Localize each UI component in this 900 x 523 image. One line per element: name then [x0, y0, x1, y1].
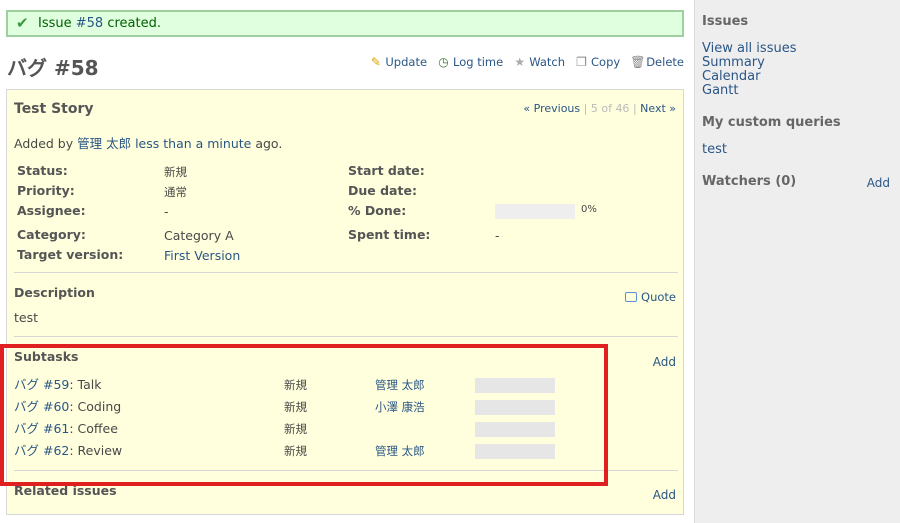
status-label: Status: [17, 163, 68, 178]
subtask-status: 新規 [284, 378, 307, 392]
priority-value: 通常 [164, 185, 187, 199]
previous-link[interactable]: « Previous [523, 102, 580, 115]
main-content: ✔ Issue #58 created. バグ #58 ✎ Update ◷ L… [0, 0, 694, 523]
log-time-action[interactable]: ◷ Log time [437, 55, 503, 69]
subtask-link[interactable]: バグ #59 [14, 377, 69, 392]
add-watcher-link[interactable]: Add [867, 176, 890, 190]
done-label: % Done: [348, 203, 407, 218]
author-line: Added by 管理 太郎 less than a minute ago. [14, 136, 283, 151]
page-title: バグ #58 [7, 56, 99, 80]
start-date-label: Start date: [348, 163, 425, 178]
subtask-status: 新規 [284, 400, 307, 414]
add-subtask-link[interactable]: Add [653, 355, 676, 369]
sidebar-link-view-all-issues[interactable]: View all issues [702, 41, 796, 56]
subtask-progress-bar [475, 444, 555, 459]
subtask-assignee[interactable]: 管理 太郎 [375, 374, 425, 396]
trash-icon: 🗑 [630, 54, 646, 69]
status-value: 新規 [164, 165, 187, 179]
assignee-value: - [164, 204, 169, 219]
flash-issue-link[interactable]: #58 [76, 16, 103, 31]
divider [14, 272, 678, 273]
copy-link[interactable]: Copy [591, 55, 620, 69]
speech-bubble-icon [625, 292, 638, 302]
category-value: Category A [164, 228, 234, 243]
star-icon: ★ [514, 54, 526, 69]
subtask-row: バグ #59: Talk 新規 管理 太郎 [14, 374, 678, 396]
watch-link[interactable]: Watch [529, 55, 565, 69]
issue-position: 5 of 46 [590, 102, 630, 115]
done-value: 0% [581, 204, 597, 215]
subtask-status: 新規 [284, 422, 307, 436]
subtask-row: バグ #60: Coding 新規 小澤 康浩 [14, 396, 678, 418]
flash-suffix: created. [103, 16, 161, 31]
category-label: Category: [17, 227, 86, 242]
subtask-row: バグ #61: Coffee 新規 [14, 418, 678, 440]
spent-time-label: Spent time: [348, 227, 431, 242]
issue-nav: « Previous | 5 of 46 | Next » [523, 102, 676, 115]
pencil-icon: ✎ [370, 54, 381, 69]
subtask-progress-bar [475, 400, 555, 415]
checkmark-icon: ✔ [16, 14, 29, 32]
divider [14, 470, 678, 471]
author-link[interactable]: 管理 太郎 [77, 136, 131, 151]
add-related-link[interactable]: Add [653, 488, 676, 502]
issue-details: Test Story « Previous | 5 of 46 | Next »… [6, 89, 684, 515]
flash-notice: ✔ Issue #58 created. [6, 10, 684, 37]
flash-prefix: Issue [38, 16, 76, 31]
copy-action[interactable]: ❐ Copy [575, 55, 620, 69]
update-link[interactable]: Update [385, 55, 427, 69]
assignee-label: Assignee: [17, 203, 86, 218]
priority-label: Priority: [17, 183, 75, 198]
subtasks-heading: Subtasks [14, 349, 79, 364]
subtask-assignee[interactable]: 管理 太郎 [375, 440, 425, 462]
done-progress-bar [495, 204, 575, 219]
next-link[interactable]: Next » [640, 102, 676, 115]
description-text: test [14, 310, 39, 325]
watch-action[interactable]: ★ Watch [513, 55, 565, 69]
subtask-link[interactable]: バグ #62 [14, 443, 69, 458]
sidebar-link-gantt[interactable]: Gantt [702, 83, 738, 98]
target-version-label: Target version: [17, 247, 124, 262]
description-heading: Description [14, 285, 95, 300]
quote-action[interactable]: Quote [625, 290, 676, 304]
subtask-link[interactable]: バグ #60 [14, 399, 69, 414]
issue-actions: ✎ Update ◷ Log time ★ Watch ❐ Copy 🗑 Del… [369, 55, 684, 69]
delete-action[interactable]: 🗑 Delete [630, 55, 684, 69]
delete-link[interactable]: Delete [646, 55, 684, 69]
subtask-progress-bar [475, 378, 555, 393]
due-date-label: Due date: [348, 183, 417, 198]
sidebar-issues-heading: Issues [702, 14, 749, 29]
subtask-assignee[interactable]: 小澤 康浩 [375, 396, 425, 418]
quote-link[interactable]: Quote [641, 290, 676, 304]
time-link[interactable]: less than a minute [135, 136, 251, 151]
target-version-link[interactable]: First Version [164, 248, 240, 263]
sidebar-custom-queries-heading: My custom queries [702, 115, 841, 130]
update-action[interactable]: ✎ Update [369, 55, 427, 69]
sidebar: Issues View all issues Summary Calendar … [694, 0, 900, 523]
sidebar-link-summary[interactable]: Summary [702, 55, 765, 70]
sidebar-link-calendar[interactable]: Calendar [702, 69, 760, 84]
log-time-link[interactable]: Log time [453, 55, 503, 69]
related-issues-heading: Related issues [14, 483, 117, 498]
subtasks-table: バグ #59: Talk 新規 管理 太郎 バグ #60: Coding 新規 … [14, 374, 678, 462]
subtask-link[interactable]: バグ #61 [14, 421, 69, 436]
subtask-row: バグ #62: Review 新規 管理 太郎 [14, 440, 678, 462]
issue-subject: Test Story [14, 101, 94, 117]
copy-icon: ❐ [576, 54, 587, 69]
divider [14, 336, 678, 337]
subtask-status: 新規 [284, 444, 307, 458]
sidebar-watchers-heading: Watchers (0) [702, 174, 797, 189]
subtask-progress-bar [475, 422, 555, 437]
spent-time-value: - [495, 228, 500, 243]
sidebar-link-test-query[interactable]: test [702, 142, 727, 157]
clock-icon: ◷ [438, 54, 449, 69]
